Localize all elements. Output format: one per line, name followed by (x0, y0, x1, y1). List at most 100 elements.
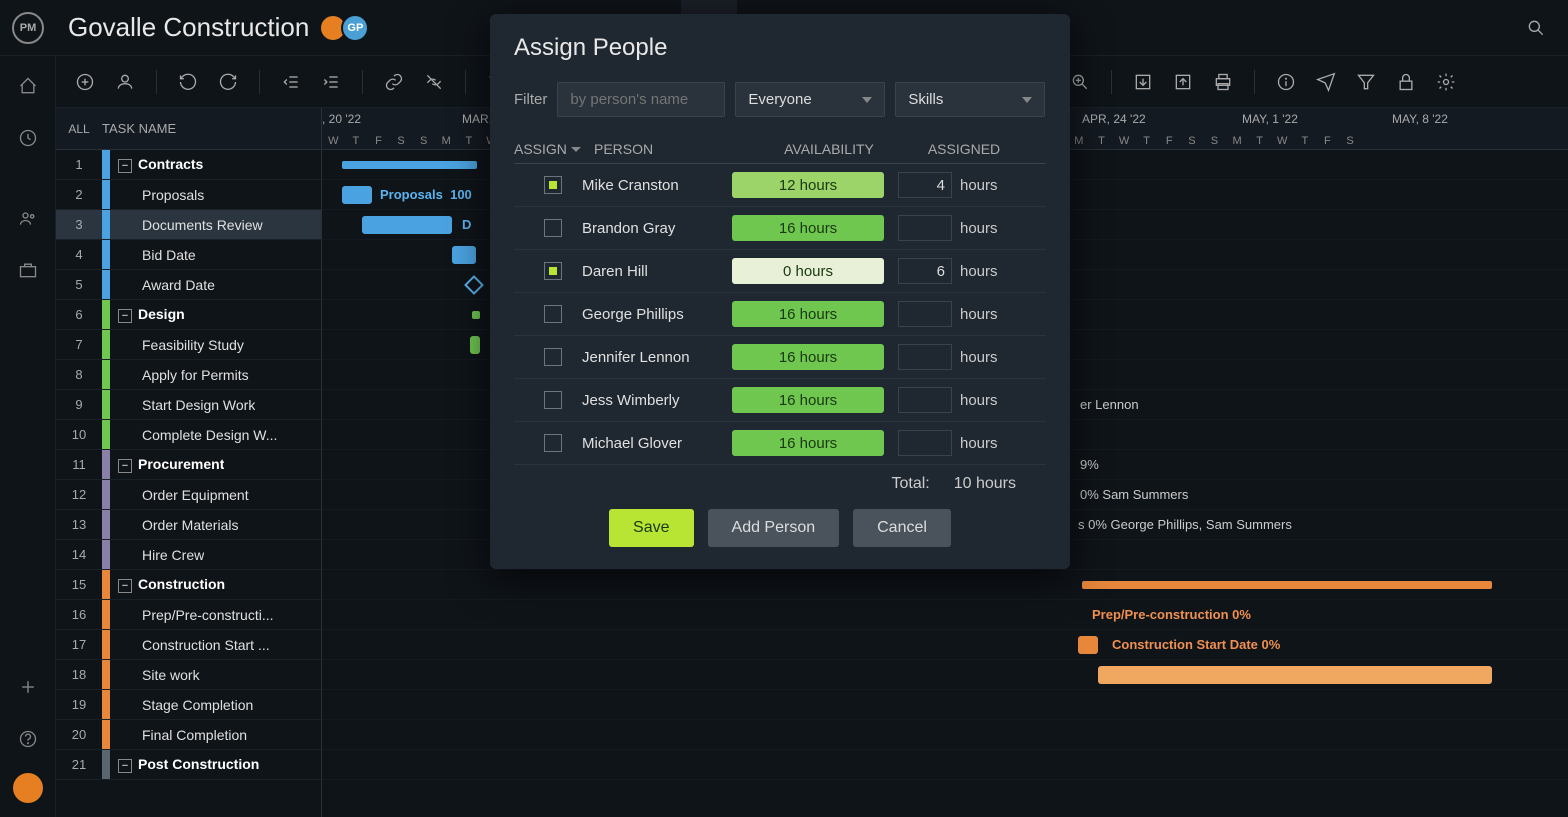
color-bar (102, 570, 110, 599)
task-row[interactable]: 14Hire Crew (56, 540, 321, 570)
collapse-icon[interactable]: − (118, 159, 132, 173)
task-row[interactable]: 13Order Materials (56, 510, 321, 540)
outdent-icon[interactable] (278, 69, 304, 95)
assigned-hours-input[interactable] (898, 258, 952, 284)
add-person-button[interactable]: Add Person (708, 509, 840, 547)
assigned-hours-input[interactable] (898, 301, 952, 327)
info-icon[interactable] (1273, 69, 1299, 95)
availability-bar: 12 hours (732, 172, 884, 198)
collapse-icon[interactable]: − (118, 309, 132, 323)
task-row[interactable]: 4Bid Date (56, 240, 321, 270)
gantt-day-label: W (322, 135, 345, 147)
task-row[interactable]: 3Documents Review (56, 210, 321, 240)
th-person[interactable]: PERSON (594, 141, 744, 157)
save-button[interactable]: Save (609, 509, 693, 547)
user-avatar[interactable] (13, 773, 43, 803)
task-row[interactable]: 12Order Equipment (56, 480, 321, 510)
app-logo[interactable]: PM (12, 12, 44, 44)
clock-icon[interactable] (10, 120, 46, 156)
task-row[interactable]: 20Final Completion (56, 720, 321, 750)
assign-checkbox[interactable] (544, 176, 562, 194)
task-row[interactable]: 18Site work (56, 660, 321, 690)
task-row[interactable]: 1−Contracts (56, 150, 321, 180)
unlink-icon[interactable] (421, 69, 447, 95)
add-icon[interactable] (72, 69, 98, 95)
task-name: Prep/Pre-constructi... (110, 607, 274, 623)
import-icon[interactable] (1130, 69, 1156, 95)
assigned-hours-input[interactable] (898, 215, 952, 241)
task-row[interactable]: 11−Procurement (56, 450, 321, 480)
undo-icon[interactable] (175, 69, 201, 95)
link-icon[interactable] (381, 69, 407, 95)
briefcase-icon[interactable] (10, 252, 46, 288)
gantt-day-label: W (1113, 135, 1136, 147)
task-name: Documents Review (110, 217, 263, 233)
assigned-hours-input[interactable] (898, 172, 952, 198)
task-row[interactable]: 6−Design (56, 300, 321, 330)
filter-icon[interactable] (1353, 69, 1379, 95)
redo-icon[interactable] (215, 69, 241, 95)
gantt-month-label: MAY, 8 '22 (1392, 112, 1448, 126)
filter-everyone-select[interactable]: Everyone (735, 82, 885, 117)
task-row[interactable]: 7Feasibility Study (56, 330, 321, 360)
gear-icon[interactable] (1433, 69, 1459, 95)
assigned-hours-input[interactable] (898, 387, 952, 413)
assigned-hours-input[interactable] (898, 344, 952, 370)
row-number: 7 (56, 337, 102, 352)
task-row[interactable]: 19Stage Completion (56, 690, 321, 720)
task-row[interactable]: 5Award Date (56, 270, 321, 300)
row-number: 8 (56, 367, 102, 382)
color-bar (102, 630, 110, 659)
collapse-icon[interactable]: − (118, 579, 132, 593)
filter-skills-select[interactable]: Skills (895, 82, 1045, 117)
th-assigned[interactable]: ASSIGNED (914, 141, 1014, 157)
task-row[interactable]: 17Construction Start ... (56, 630, 321, 660)
hours-label: hours (960, 220, 998, 237)
filter-label: Filter (514, 91, 547, 108)
gantt-month-label: MAR, (462, 112, 492, 126)
search-icon[interactable] (1516, 8, 1556, 48)
task-name: Stage Completion (110, 697, 253, 713)
task-row[interactable]: 15−Construction (56, 570, 321, 600)
home-icon[interactable] (10, 68, 46, 104)
color-bar (102, 750, 110, 779)
assign-checkbox[interactable] (544, 348, 562, 366)
assign-checkbox[interactable] (544, 219, 562, 237)
task-row[interactable]: 21−Post Construction (56, 750, 321, 780)
zoom-icon[interactable] (1067, 69, 1093, 95)
row-number: 10 (56, 427, 102, 442)
indent-icon[interactable] (318, 69, 344, 95)
row-number: 14 (56, 547, 102, 562)
color-bar (102, 360, 110, 389)
export-icon[interactable] (1170, 69, 1196, 95)
send-icon[interactable] (1313, 69, 1339, 95)
lock-icon[interactable] (1393, 69, 1419, 95)
task-row[interactable]: 9Start Design Work (56, 390, 321, 420)
chevron-down-icon (1022, 97, 1032, 103)
assign-checkbox[interactable] (544, 391, 562, 409)
collapse-icon[interactable]: − (118, 759, 132, 773)
color-bar (102, 450, 110, 479)
th-assign[interactable]: ASSIGN (514, 141, 594, 157)
assign-checkbox[interactable] (544, 262, 562, 280)
collapse-icon[interactable]: − (118, 459, 132, 473)
assign-checkbox[interactable] (544, 434, 562, 452)
avatar[interactable]: GP (341, 14, 369, 42)
assigned-hours-input[interactable] (898, 430, 952, 456)
task-row[interactable]: 10Complete Design W... (56, 420, 321, 450)
cancel-button[interactable]: Cancel (853, 509, 951, 547)
team-icon[interactable] (10, 200, 46, 236)
task-row[interactable]: 16Prep/Pre-constructi... (56, 600, 321, 630)
plus-icon[interactable] (10, 669, 46, 705)
row-number: 18 (56, 667, 102, 682)
print-icon[interactable] (1210, 69, 1236, 95)
th-availability[interactable]: AVAILABILITY (744, 141, 914, 157)
task-name: Order Equipment (110, 487, 249, 503)
task-row[interactable]: 8Apply for Permits (56, 360, 321, 390)
person-name: Mike Cranston (582, 177, 732, 194)
task-row[interactable]: 2Proposals (56, 180, 321, 210)
filter-name-input[interactable] (557, 82, 725, 117)
help-icon[interactable] (10, 721, 46, 757)
assign-checkbox[interactable] (544, 305, 562, 323)
person-icon[interactable] (112, 69, 138, 95)
